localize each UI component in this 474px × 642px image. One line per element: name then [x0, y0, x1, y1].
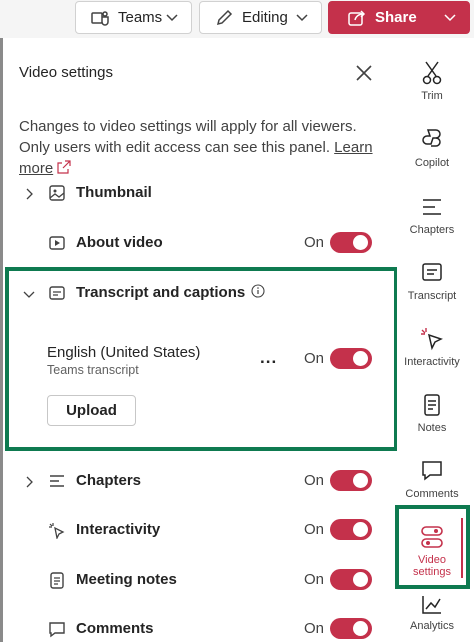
cursor-click-icon: [49, 523, 65, 539]
video-icon: [49, 236, 65, 250]
rail-label-notes: Notes: [417, 422, 447, 434]
rail-item-trim[interactable]: Trim: [397, 60, 467, 102]
captions-icon: [49, 286, 65, 300]
rail-label-trim: Trim: [421, 90, 443, 102]
rail-label-analytics: Analytics: [409, 620, 455, 632]
analytics-icon: [422, 596, 441, 614]
about-video-toggle[interactable]: [330, 232, 372, 253]
comments-label: Comments: [76, 620, 154, 637]
description-text: Changes to video settings will apply for…: [19, 118, 357, 156]
panel-description: Changes to video settings will apply for…: [19, 116, 384, 179]
transcript-label: Transcript and captions: [76, 284, 265, 301]
rail-item-interactivity[interactable]: Interactivity: [397, 326, 467, 368]
chevron-down-icon: [166, 14, 178, 22]
rail-label-chapters: Chapters: [409, 224, 455, 236]
teams-label: Teams: [118, 9, 163, 26]
thumbnail-label: Thumbnail: [76, 184, 152, 201]
about-video-label: About video: [76, 234, 163, 251]
pencil-icon: [216, 9, 233, 25]
active-indicator-bar: [461, 518, 463, 578]
chevron-right-icon[interactable]: [22, 187, 36, 201]
external-link-icon: [57, 160, 71, 174]
rail-item-analytics[interactable]: Analytics: [397, 594, 467, 632]
rail-label-interactivity: Interactivity: [404, 356, 460, 368]
about-video-row: About video On: [0, 224, 390, 264]
share-label: Share: [375, 9, 417, 26]
transcript-toggle-row: On: [0, 340, 390, 380]
chevron-down-icon: [296, 14, 308, 22]
comment-icon: [422, 461, 442, 481]
comments-toggle-state: On: [304, 620, 325, 637]
share-button[interactable]: Share: [328, 1, 470, 34]
teams-icon: [91, 10, 109, 26]
rail-item-transcript[interactable]: Transcript: [397, 260, 467, 302]
chapters-icon: [50, 475, 64, 487]
interactivity-toggle-state: On: [304, 521, 325, 538]
chapters-icon: [423, 199, 441, 215]
rail-label-comments: Comments: [405, 488, 459, 500]
rail-item-notes[interactable]: Notes: [397, 392, 467, 434]
notes-icon: [424, 394, 440, 416]
transcript-icon: [422, 263, 442, 281]
rail-item-copilot[interactable]: Copilot: [397, 127, 467, 169]
comments-row: Comments On: [0, 610, 390, 642]
copilot-icon: [422, 129, 441, 147]
interactivity-row: Interactivity On: [0, 511, 390, 551]
cursor-click-icon: [421, 328, 443, 351]
share-icon: [348, 9, 366, 26]
image-icon: [49, 185, 65, 201]
about-video-toggle-state: On: [304, 234, 325, 251]
meeting-notes-label: Meeting notes: [76, 571, 177, 588]
notes-icon: [50, 572, 64, 589]
chapters-toggle[interactable]: [330, 470, 372, 491]
editing-label: Editing: [242, 9, 288, 26]
rail-label-transcript: Transcript: [407, 290, 457, 302]
comment-icon: [49, 622, 65, 638]
meeting-notes-toggle[interactable]: [330, 569, 372, 590]
panel-title: Video settings: [19, 64, 113, 81]
thumbnail-row[interactable]: Thumbnail: [0, 174, 390, 214]
chevron-down-icon: [444, 14, 456, 22]
chapters-toggle-state: On: [304, 472, 325, 489]
scissors-icon: [422, 61, 442, 85]
upload-button[interactable]: Upload: [47, 395, 136, 426]
rail-item-comments[interactable]: Comments: [397, 458, 467, 500]
rail-label-copilot: Copilot: [414, 157, 450, 169]
close-icon[interactable]: [354, 63, 374, 83]
chapters-label: Chapters: [76, 472, 142, 489]
transcript-toggle-state: On: [304, 350, 325, 367]
video-settings-highlight-box: [395, 505, 470, 589]
rail-item-chapters[interactable]: Chapters: [397, 194, 467, 236]
interactivity-label: Interactivity: [76, 521, 161, 538]
top-toolbar: Teams Editing Share: [0, 0, 474, 38]
editing-button[interactable]: Editing: [199, 1, 322, 34]
meeting-notes-toggle-state: On: [304, 571, 325, 588]
meeting-notes-row: Meeting notes On: [0, 561, 390, 601]
chevron-right-icon[interactable]: [22, 475, 36, 489]
chapters-row[interactable]: Chapters On: [0, 462, 390, 502]
info-icon[interactable]: [251, 284, 265, 298]
interactivity-toggle[interactable]: [330, 519, 372, 540]
teams-button[interactable]: Teams: [75, 1, 192, 34]
transcript-row[interactable]: Transcript and captions: [0, 274, 390, 314]
comments-toggle[interactable]: [330, 618, 372, 639]
transcript-toggle[interactable]: [330, 348, 372, 369]
chevron-down-icon[interactable]: [22, 287, 36, 301]
transcript-label-text: Transcript and captions: [76, 284, 246, 301]
